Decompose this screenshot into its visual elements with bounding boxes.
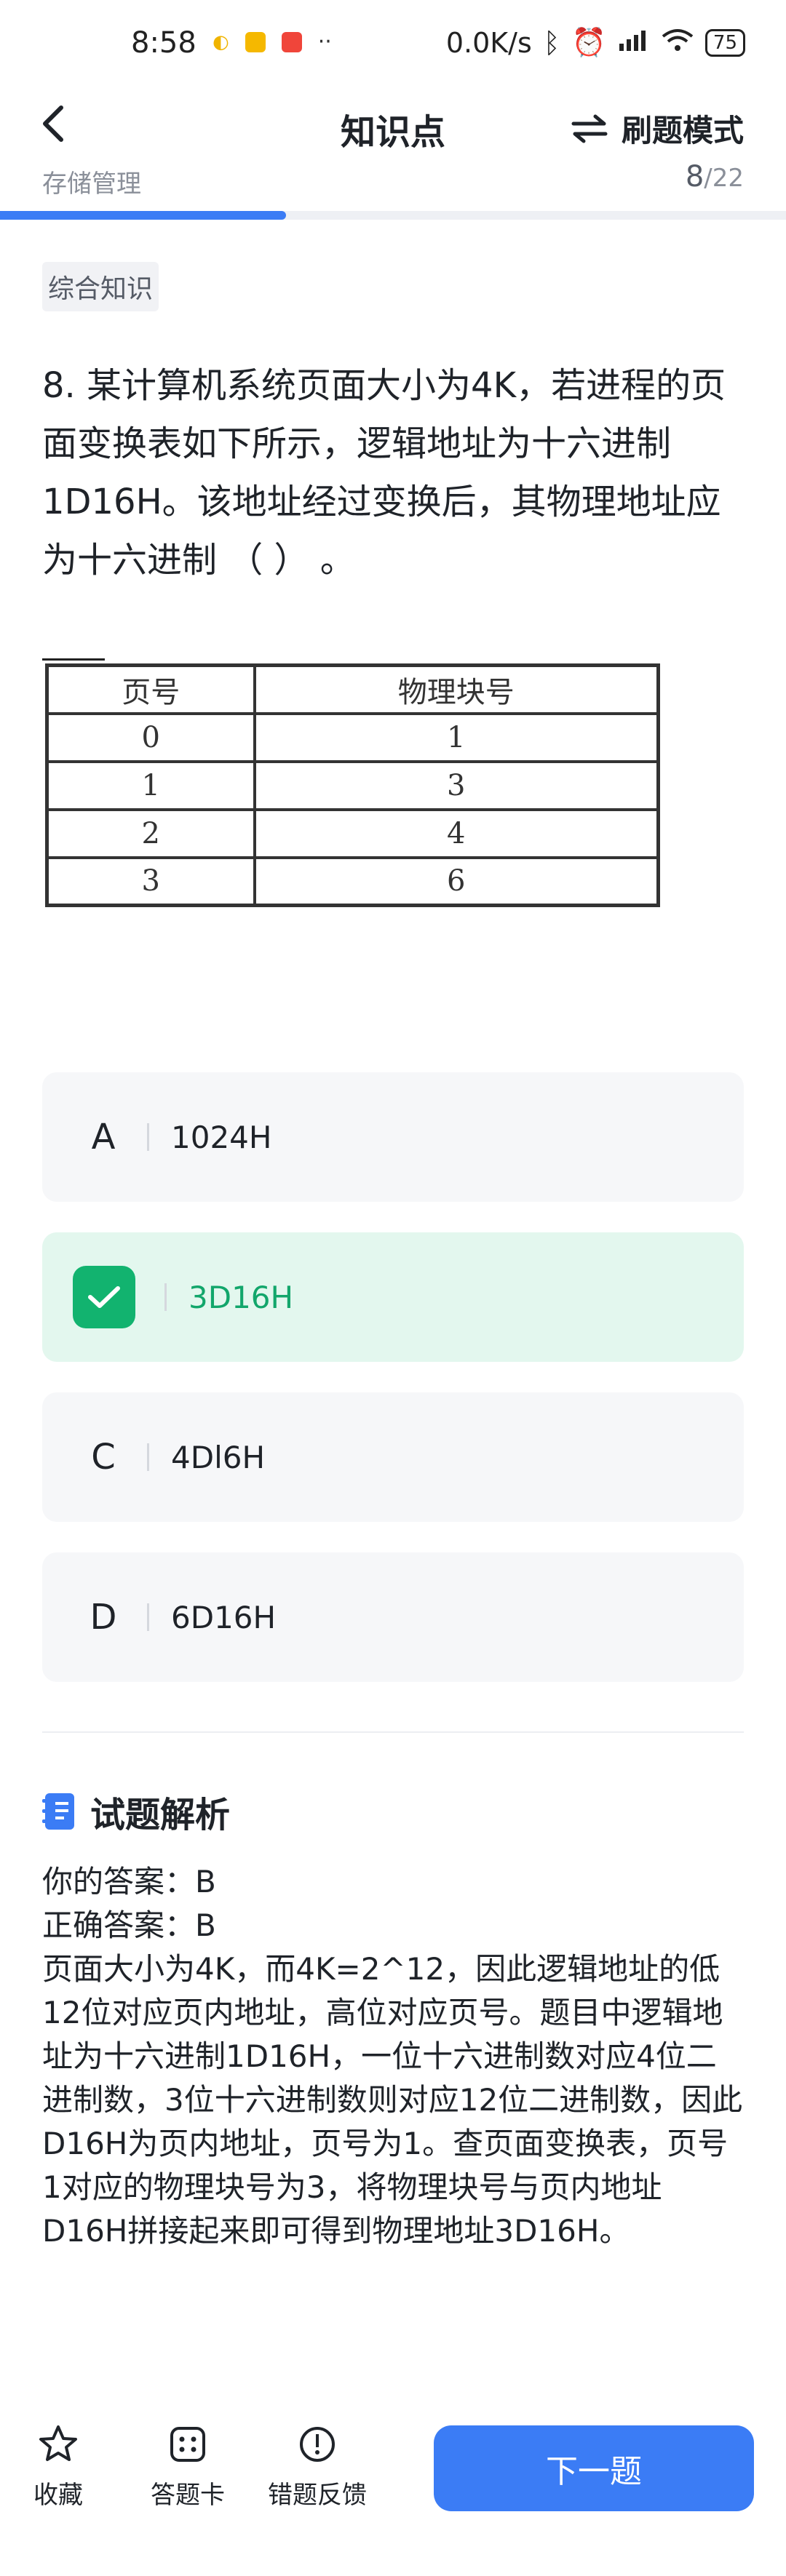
option-c[interactable]: C 4Dl6H: [42, 1392, 744, 1522]
option-separator: [147, 1603, 149, 1631]
table-row: 0 1: [45, 711, 660, 763]
nav-bar: 知识点 刷题模式: [0, 73, 786, 175]
signal-icon: [618, 27, 650, 59]
explanation-text: 页面大小为4K，而4K=2^12，因此逻辑地址的低12位对应页内地址，高位对应页…: [42, 1951, 743, 2249]
network-speed: 0.0K/s: [445, 26, 532, 59]
analysis-title: 试题解析: [90, 1795, 231, 1835]
table-row: 1 3: [45, 759, 660, 811]
table-header: 页号: [45, 663, 256, 715]
alarm-icon: ⏰: [571, 26, 606, 58]
answer-card-button[interactable]: 答题卡: [130, 2423, 246, 2511]
divider-line: [42, 658, 105, 661]
table-cell: 1: [253, 711, 660, 763]
option-letter: A: [91, 1117, 116, 1157]
checkmark-icon: [73, 1266, 135, 1328]
question-tag: 综合知识: [42, 262, 159, 311]
option-text: 1024H: [171, 1119, 272, 1155]
your-answer: 你的答案：B: [42, 1864, 216, 1899]
current-page: 8: [685, 160, 704, 194]
status-right: 0.0K/s ᛒ ⏰ 75: [446, 26, 745, 59]
notification-icons: ◐ ··: [213, 29, 332, 55]
answer-card-icon: [170, 2427, 205, 2462]
wifi-icon: [662, 27, 694, 59]
option-text: 3D16H: [188, 1279, 294, 1315]
next-question-button[interactable]: 下一题: [434, 2425, 754, 2511]
option-d[interactable]: D 6D16H: [42, 1552, 744, 1682]
question-text: 8. 某计算机系统页面大小为4K，若进程的页面变换表如下所示，逻辑地址为十六进制…: [42, 365, 726, 581]
feedback-label: 错题反馈: [268, 2481, 367, 2510]
table-cell: 2: [45, 808, 256, 859]
table-cell: 6: [253, 856, 660, 907]
more-notifications-icon: ··: [317, 29, 332, 55]
bluetooth-icon: ᛒ: [543, 26, 560, 59]
option-a[interactable]: A 1024H: [42, 1072, 744, 1202]
table-row: 2 4: [45, 808, 660, 859]
table-cell: 0: [45, 711, 256, 763]
option-letter: C: [91, 1437, 116, 1478]
option-text: 4Dl6H: [171, 1439, 266, 1475]
alert-circle-icon: [300, 2427, 335, 2462]
app-notification-icon-2: [281, 31, 302, 52]
option-text: 6D16H: [171, 1599, 277, 1635]
app-notification-icon: [245, 31, 266, 52]
table-row: 3 6: [45, 856, 660, 907]
analysis-header: 试题解析: [42, 1786, 230, 1837]
feedback-button[interactable]: 错题反馈: [259, 2423, 376, 2511]
option-separator: [147, 1123, 149, 1151]
category-label: 存储管理: [42, 170, 141, 199]
star-icon: [39, 2425, 77, 2461]
practice-mode-label: 刷题模式: [621, 113, 744, 148]
analysis-body: 你的答案：B 正确答案：B 页面大小为4K，而4K=2^12，因此逻辑地址的低1…: [42, 1860, 744, 2253]
practice-mode-button[interactable]: 刷题模式: [571, 106, 744, 151]
table-header: 物理块号: [253, 663, 660, 715]
correct-answer: 正确答案：B: [42, 1907, 216, 1943]
page-table: 页号 物理块号 0 1 1 3 2 4 3 6: [45, 663, 660, 907]
page-counter: 8/22: [686, 160, 744, 194]
section-divider: [42, 1731, 744, 1733]
bottom-bar: 收藏 答题卡 错题反馈 下一题: [0, 2401, 786, 2576]
total-pages: /22: [704, 164, 744, 193]
table-header-row: 页号 物理块号: [45, 663, 660, 715]
swap-icon: [571, 114, 608, 143]
progress-fill: [0, 211, 287, 220]
table-cell: 1: [45, 759, 256, 811]
favorite-button[interactable]: 收藏: [0, 2423, 116, 2511]
table-cell: 4: [253, 808, 660, 859]
table-cell: 3: [253, 759, 660, 811]
table-cell: 3: [45, 856, 256, 907]
notebook-icon: [42, 1793, 74, 1830]
option-separator: [147, 1443, 149, 1471]
favorite-label: 收藏: [33, 2481, 83, 2510]
moon-icon: ◐: [213, 31, 229, 53]
option-separator: [164, 1283, 167, 1311]
answer-card-label: 答题卡: [151, 2481, 225, 2510]
battery-icon: 75: [704, 28, 745, 57]
option-b[interactable]: 3D16H: [42, 1232, 744, 1362]
progress-bar: [0, 211, 786, 220]
option-letter: D: [90, 1597, 117, 1638]
status-time: 8:58: [131, 26, 196, 60]
